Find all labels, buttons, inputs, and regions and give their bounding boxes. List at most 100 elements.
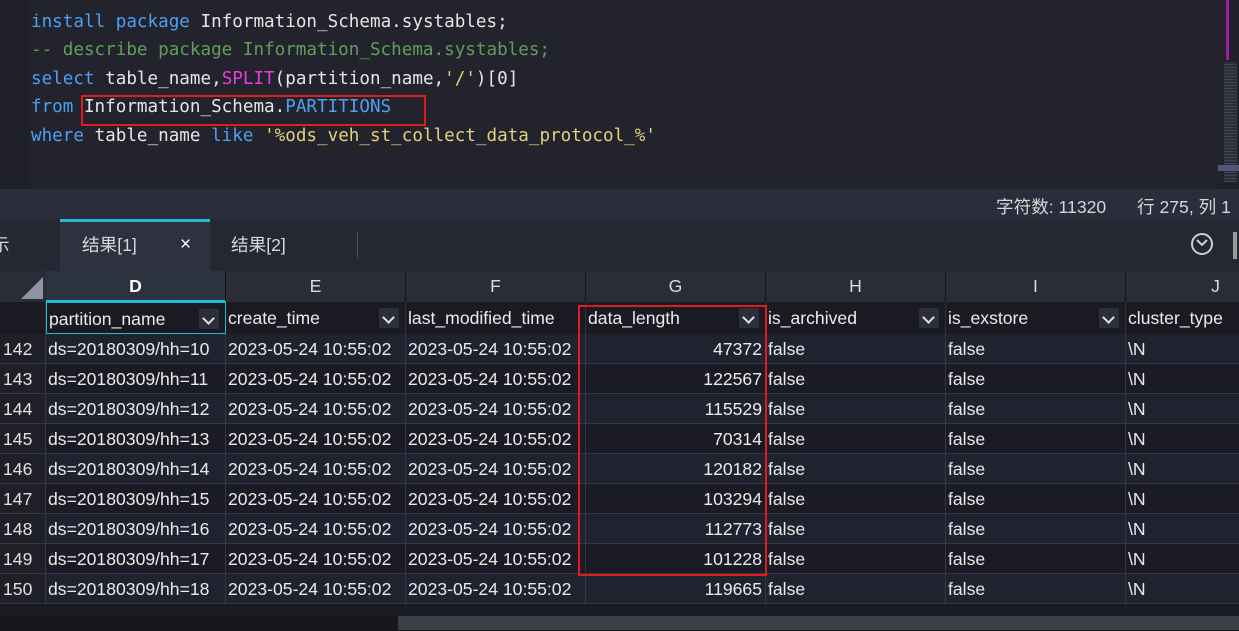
cell-create-time[interactable]: 2023-05-24 10:55:02 bbox=[226, 544, 406, 574]
cell-is-archived[interactable]: false bbox=[766, 334, 946, 364]
cell-is-exstore[interactable]: false bbox=[946, 454, 1126, 484]
field-header-is-exstore[interactable]: is_exstore bbox=[946, 302, 1126, 334]
column-letter-d[interactable]: D bbox=[46, 271, 226, 302]
tab-result-1[interactable]: 结果[1] × bbox=[60, 219, 210, 271]
cell-cluster-type[interactable]: \N bbox=[1126, 574, 1239, 604]
cell-last-modified-time[interactable]: 2023-05-24 10:55:02 bbox=[406, 334, 586, 364]
cell-create-time[interactable]: 2023-05-24 10:55:02 bbox=[226, 484, 406, 514]
scroll-indicator[interactable] bbox=[1233, 232, 1237, 259]
cell-create-time[interactable]: 2023-05-24 10:55:02 bbox=[226, 574, 406, 604]
column-letter-h[interactable]: H bbox=[766, 271, 946, 302]
cell-is-archived[interactable]: false bbox=[766, 574, 946, 604]
keyword: like bbox=[211, 126, 254, 146]
cell-is-archived[interactable]: false bbox=[766, 514, 946, 544]
code-line-5[interactable]: where table_name like '%ods_veh_st_colle… bbox=[31, 122, 656, 150]
tab-partial[interactable]: 示 bbox=[0, 219, 40, 271]
cell-cluster-type[interactable]: \N bbox=[1126, 454, 1239, 484]
field-header-partition-name[interactable]: partition_name bbox=[46, 302, 226, 334]
chevron-circle-icon[interactable] bbox=[1191, 233, 1213, 255]
cell-create-time[interactable]: 2023-05-24 10:55:02 bbox=[226, 334, 406, 364]
cell-partition-name[interactable]: ds=20180309/hh=13 bbox=[46, 424, 226, 454]
cell-create-time[interactable]: 2023-05-24 10:55:02 bbox=[226, 514, 406, 544]
cell-is-exstore[interactable]: false bbox=[946, 514, 1126, 544]
cell-is-archived[interactable]: false bbox=[766, 364, 946, 394]
cell-partition-name[interactable]: ds=20180309/hh=14 bbox=[46, 454, 226, 484]
cell-is-exstore[interactable]: false bbox=[946, 334, 1126, 364]
row-number[interactable]: 147 bbox=[0, 484, 46, 514]
field-header-last-modified-time[interactable]: last_modified_time bbox=[406, 302, 586, 334]
tab-result-2[interactable]: 结果[2] bbox=[231, 219, 286, 271]
row-number[interactable]: 142 bbox=[0, 334, 46, 364]
field-header-is-archived[interactable]: is_archived bbox=[766, 302, 946, 334]
field-header-create-time[interactable]: create_time bbox=[226, 302, 406, 334]
cell-last-modified-time[interactable]: 2023-05-24 10:55:02 bbox=[406, 454, 586, 484]
column-letter-j[interactable]: J bbox=[1126, 271, 1239, 302]
cell-create-time[interactable]: 2023-05-24 10:55:02 bbox=[226, 364, 406, 394]
cell-partition-name[interactable]: ds=20180309/hh=18 bbox=[46, 574, 226, 604]
cell-last-modified-time[interactable]: 2023-05-24 10:55:02 bbox=[406, 364, 586, 394]
horizontal-scrollbar[interactable] bbox=[0, 616, 1239, 631]
cell-is-exstore[interactable]: false bbox=[946, 424, 1126, 454]
comment: -- describe package Information_Schema.s… bbox=[31, 40, 551, 60]
column-letter-i[interactable]: I bbox=[946, 271, 1126, 302]
row-number[interactable]: 144 bbox=[0, 394, 46, 424]
cell-is-archived[interactable]: false bbox=[766, 454, 946, 484]
cell-last-modified-time[interactable]: 2023-05-24 10:55:02 bbox=[406, 424, 586, 454]
column-letter-f[interactable]: F bbox=[406, 271, 586, 302]
cell-partition-name[interactable]: ds=20180309/hh=11 bbox=[46, 364, 226, 394]
code-line-2[interactable]: -- describe package Information_Schema.s… bbox=[31, 36, 550, 64]
row-number[interactable]: 145 bbox=[0, 424, 46, 454]
column-letter-g[interactable]: G bbox=[586, 271, 766, 302]
close-icon[interactable]: × bbox=[180, 222, 191, 268]
cell-create-time[interactable]: 2023-05-24 10:55:02 bbox=[226, 394, 406, 424]
cell-is-exstore[interactable]: false bbox=[946, 544, 1126, 574]
cell-cluster-type[interactable]: \N bbox=[1126, 334, 1239, 364]
cell-last-modified-time[interactable]: 2023-05-24 10:55:02 bbox=[406, 574, 586, 604]
cell-cluster-type[interactable]: \N bbox=[1126, 364, 1239, 394]
select-all-corner[interactable] bbox=[0, 271, 46, 302]
cell-partition-name[interactable]: ds=20180309/hh=17 bbox=[46, 544, 226, 574]
cell-cluster-type[interactable]: \N bbox=[1126, 424, 1239, 454]
cell-is-exstore[interactable]: false bbox=[946, 574, 1126, 604]
chevron-down-icon[interactable] bbox=[919, 308, 939, 328]
minimap-viewport[interactable] bbox=[1218, 165, 1239, 171]
cell-create-time[interactable]: 2023-05-24 10:55:02 bbox=[226, 424, 406, 454]
cell-last-modified-time[interactable]: 2023-05-24 10:55:02 bbox=[406, 394, 586, 424]
chevron-down-icon[interactable] bbox=[379, 308, 399, 328]
cell-partition-name[interactable]: ds=20180309/hh=15 bbox=[46, 484, 226, 514]
chevron-down-icon[interactable] bbox=[199, 309, 219, 329]
cell-is-archived[interactable]: false bbox=[766, 484, 946, 514]
scrollbar-thumb[interactable] bbox=[398, 616, 1239, 630]
cell-last-modified-time[interactable]: 2023-05-24 10:55:02 bbox=[406, 514, 586, 544]
cell-partition-name[interactable]: ds=20180309/hh=12 bbox=[46, 394, 226, 424]
chevron-down-icon[interactable] bbox=[1099, 308, 1119, 328]
cell-cluster-type[interactable]: \N bbox=[1126, 544, 1239, 574]
cell-create-time[interactable]: 2023-05-24 10:55:02 bbox=[226, 454, 406, 484]
cell-partition-name[interactable]: ds=20180309/hh=10 bbox=[46, 334, 226, 364]
row-number[interactable]: 143 bbox=[0, 364, 46, 394]
cell-partition-name[interactable]: ds=20180309/hh=16 bbox=[46, 514, 226, 544]
cell-last-modified-time[interactable]: 2023-05-24 10:55:02 bbox=[406, 544, 586, 574]
string-literal: '/' bbox=[444, 69, 476, 89]
row-number[interactable]: 148 bbox=[0, 514, 46, 544]
row-number[interactable]: 150 bbox=[0, 574, 46, 604]
row-number[interactable]: 149 bbox=[0, 544, 46, 574]
cell-is-archived[interactable]: false bbox=[766, 394, 946, 424]
column-letter-e[interactable]: E bbox=[226, 271, 406, 302]
cell-cluster-type[interactable]: \N bbox=[1126, 394, 1239, 424]
cell-cluster-type[interactable]: \N bbox=[1126, 514, 1239, 544]
editor-minimap[interactable] bbox=[1218, 0, 1239, 189]
code-line-1[interactable]: install package Information_Schema.systa… bbox=[31, 8, 508, 36]
cell-cluster-type[interactable]: \N bbox=[1126, 484, 1239, 514]
cell-is-exstore[interactable]: false bbox=[946, 364, 1126, 394]
cell-data-length[interactable]: 119665 bbox=[586, 574, 766, 604]
cell-is-archived[interactable]: false bbox=[766, 544, 946, 574]
field-header-cluster-type[interactable]: cluster_type bbox=[1126, 302, 1239, 334]
code-line-3[interactable]: select table_name,SPLIT(partition_name,'… bbox=[31, 65, 518, 93]
cell-is-exstore[interactable]: false bbox=[946, 484, 1126, 514]
row-number[interactable]: 146 bbox=[0, 454, 46, 484]
sql-editor[interactable]: install package Information_Schema.systa… bbox=[0, 0, 1239, 189]
cell-is-archived[interactable]: false bbox=[766, 424, 946, 454]
cell-is-exstore[interactable]: false bbox=[946, 394, 1126, 424]
cell-last-modified-time[interactable]: 2023-05-24 10:55:02 bbox=[406, 484, 586, 514]
